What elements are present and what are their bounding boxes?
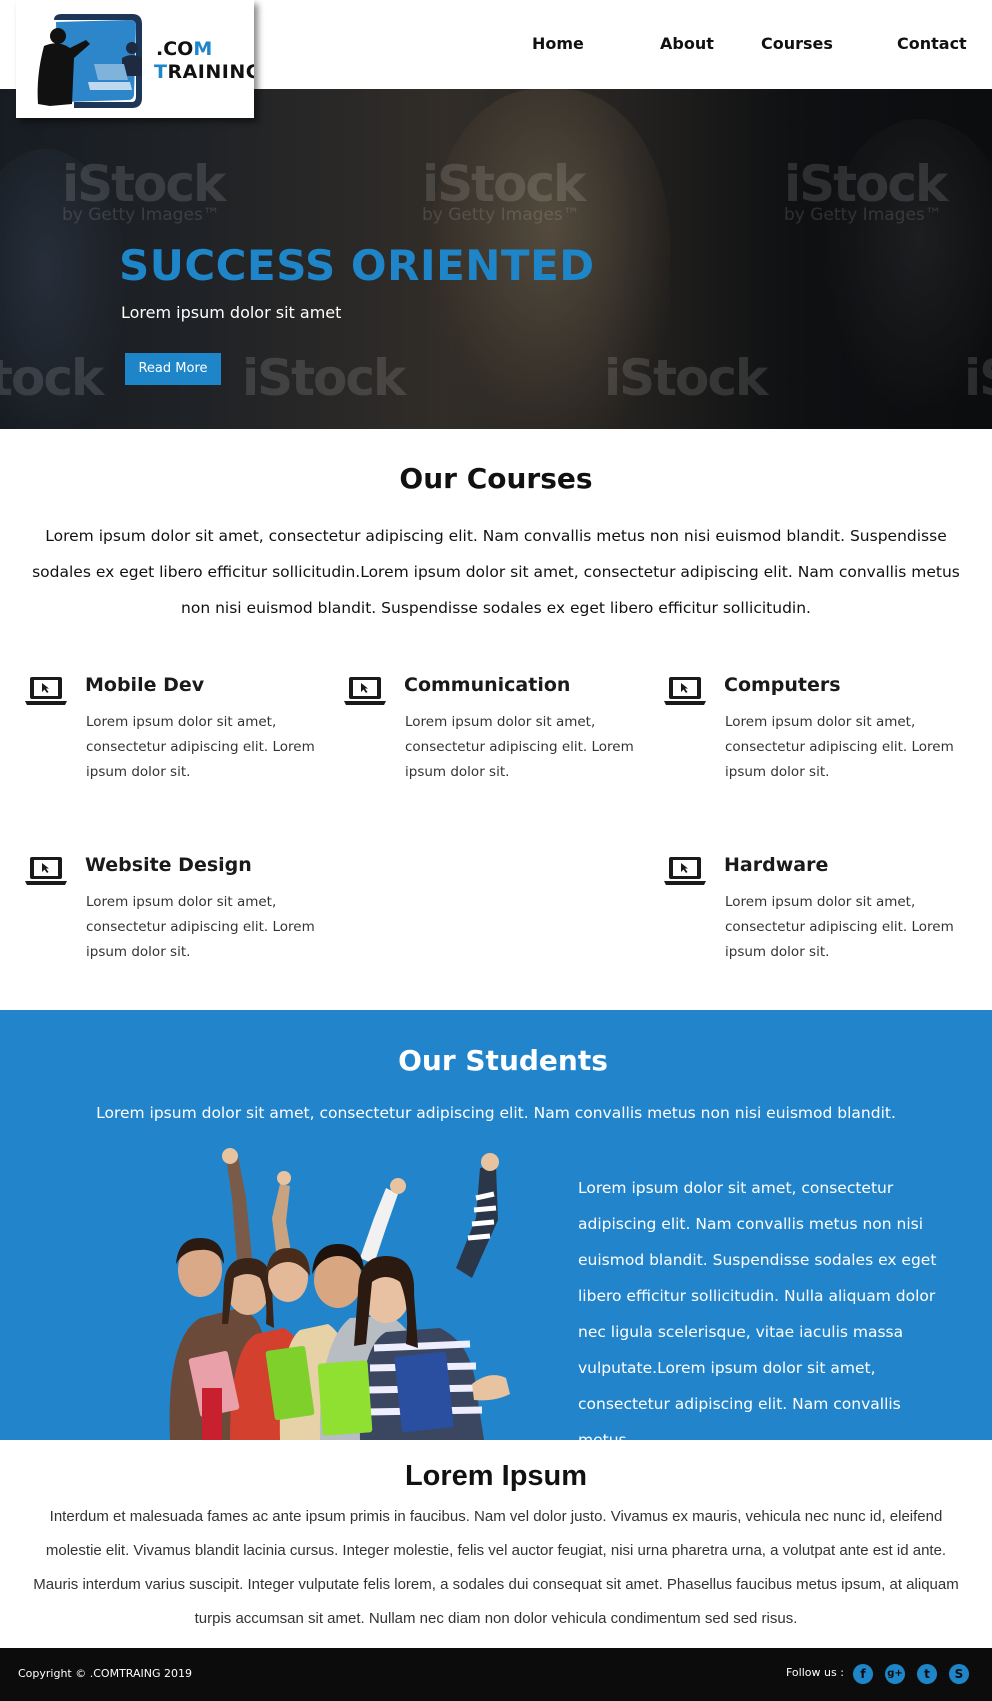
logo-dotcom: .COM (156, 38, 213, 60)
laptop-icon (25, 677, 67, 705)
follow-us-label: Follow us : (786, 1666, 844, 1679)
twitter-icon[interactable]: t (917, 1664, 937, 1684)
logo-training: TRAINING (154, 61, 254, 83)
students-photo (169, 1148, 510, 1440)
course-text: Lorem ipsum dolor sit amet, consectetur … (725, 894, 954, 960)
course-title: Website Design (85, 854, 252, 876)
watermark: iStock (242, 349, 406, 407)
hero-title: SUCCESS ORIENTED (119, 241, 595, 290)
nav-courses[interactable]: Courses (761, 34, 833, 53)
site-logo[interactable]: .COM TRAINING (16, 0, 254, 118)
nav-contact[interactable]: Contact (897, 34, 967, 53)
logo-presenter-icon (37, 14, 142, 108)
site-footer: Copyright © .COMTRAING 2019 Follow us : … (0, 1648, 992, 1701)
laptop-icon (664, 677, 706, 705)
course-title: Computers (724, 674, 841, 696)
lorem-text: Interdum et malesuada fames ac ante ipsu… (33, 1508, 959, 1627)
nav-home[interactable]: Home (532, 34, 584, 53)
courses-description: Lorem ipsum dolor sit amet, consectetur … (32, 527, 960, 617)
course-text: Lorem ipsum dolor sit amet, consectetur … (86, 894, 315, 960)
google-plus-icon[interactable]: g+ (885, 1664, 905, 1684)
course-title: Hardware (724, 854, 829, 876)
course-text: Lorem ipsum dolor sit amet, consectetur … (405, 714, 634, 780)
read-more-button[interactable]: Read More (125, 353, 221, 385)
course-text: Lorem ipsum dolor sit amet, consectetur … (86, 714, 315, 780)
laptop-icon (344, 677, 386, 705)
course-title: Communication (404, 674, 571, 696)
course-title: Mobile Dev (85, 674, 205, 696)
watermark: iStock by Getty Images™ (422, 155, 586, 225)
laptop-icon (664, 857, 706, 885)
nav-about[interactable]: About (660, 34, 714, 53)
watermark: iStock by Getty Images™ (784, 155, 948, 225)
laptop-icon (25, 857, 67, 885)
students-lead: Lorem ipsum dolor sit amet, consectetur … (96, 1104, 896, 1122)
students-section: Our Students Lorem ipsum dolor sit amet,… (0, 1010, 992, 1440)
hero-banner: iStock by Getty Images™ iStock by Getty Im… (0, 89, 992, 429)
watermark: iStock (0, 349, 104, 407)
watermark: iStock (964, 349, 992, 407)
lorem-title: Lorem Ipsum (404, 1460, 588, 1492)
skype-icon[interactable]: S (949, 1664, 969, 1684)
courses-title: Our Courses (399, 462, 593, 495)
students-paragraph: Lorem ipsum dolor sit amet, consectetur … (578, 1179, 937, 1440)
watermark: iStock (604, 349, 768, 407)
facebook-icon[interactable]: f (853, 1664, 873, 1684)
course-text: Lorem ipsum dolor sit amet, consectetur … (725, 714, 954, 780)
copyright-text: Copyright © .COMTRAING 2019 (18, 1667, 192, 1680)
watermark: iStock by Getty Images™ (62, 155, 226, 225)
students-title: Our Students (398, 1044, 608, 1077)
hero-subtitle: Lorem ipsum dolor sit amet (121, 303, 342, 322)
